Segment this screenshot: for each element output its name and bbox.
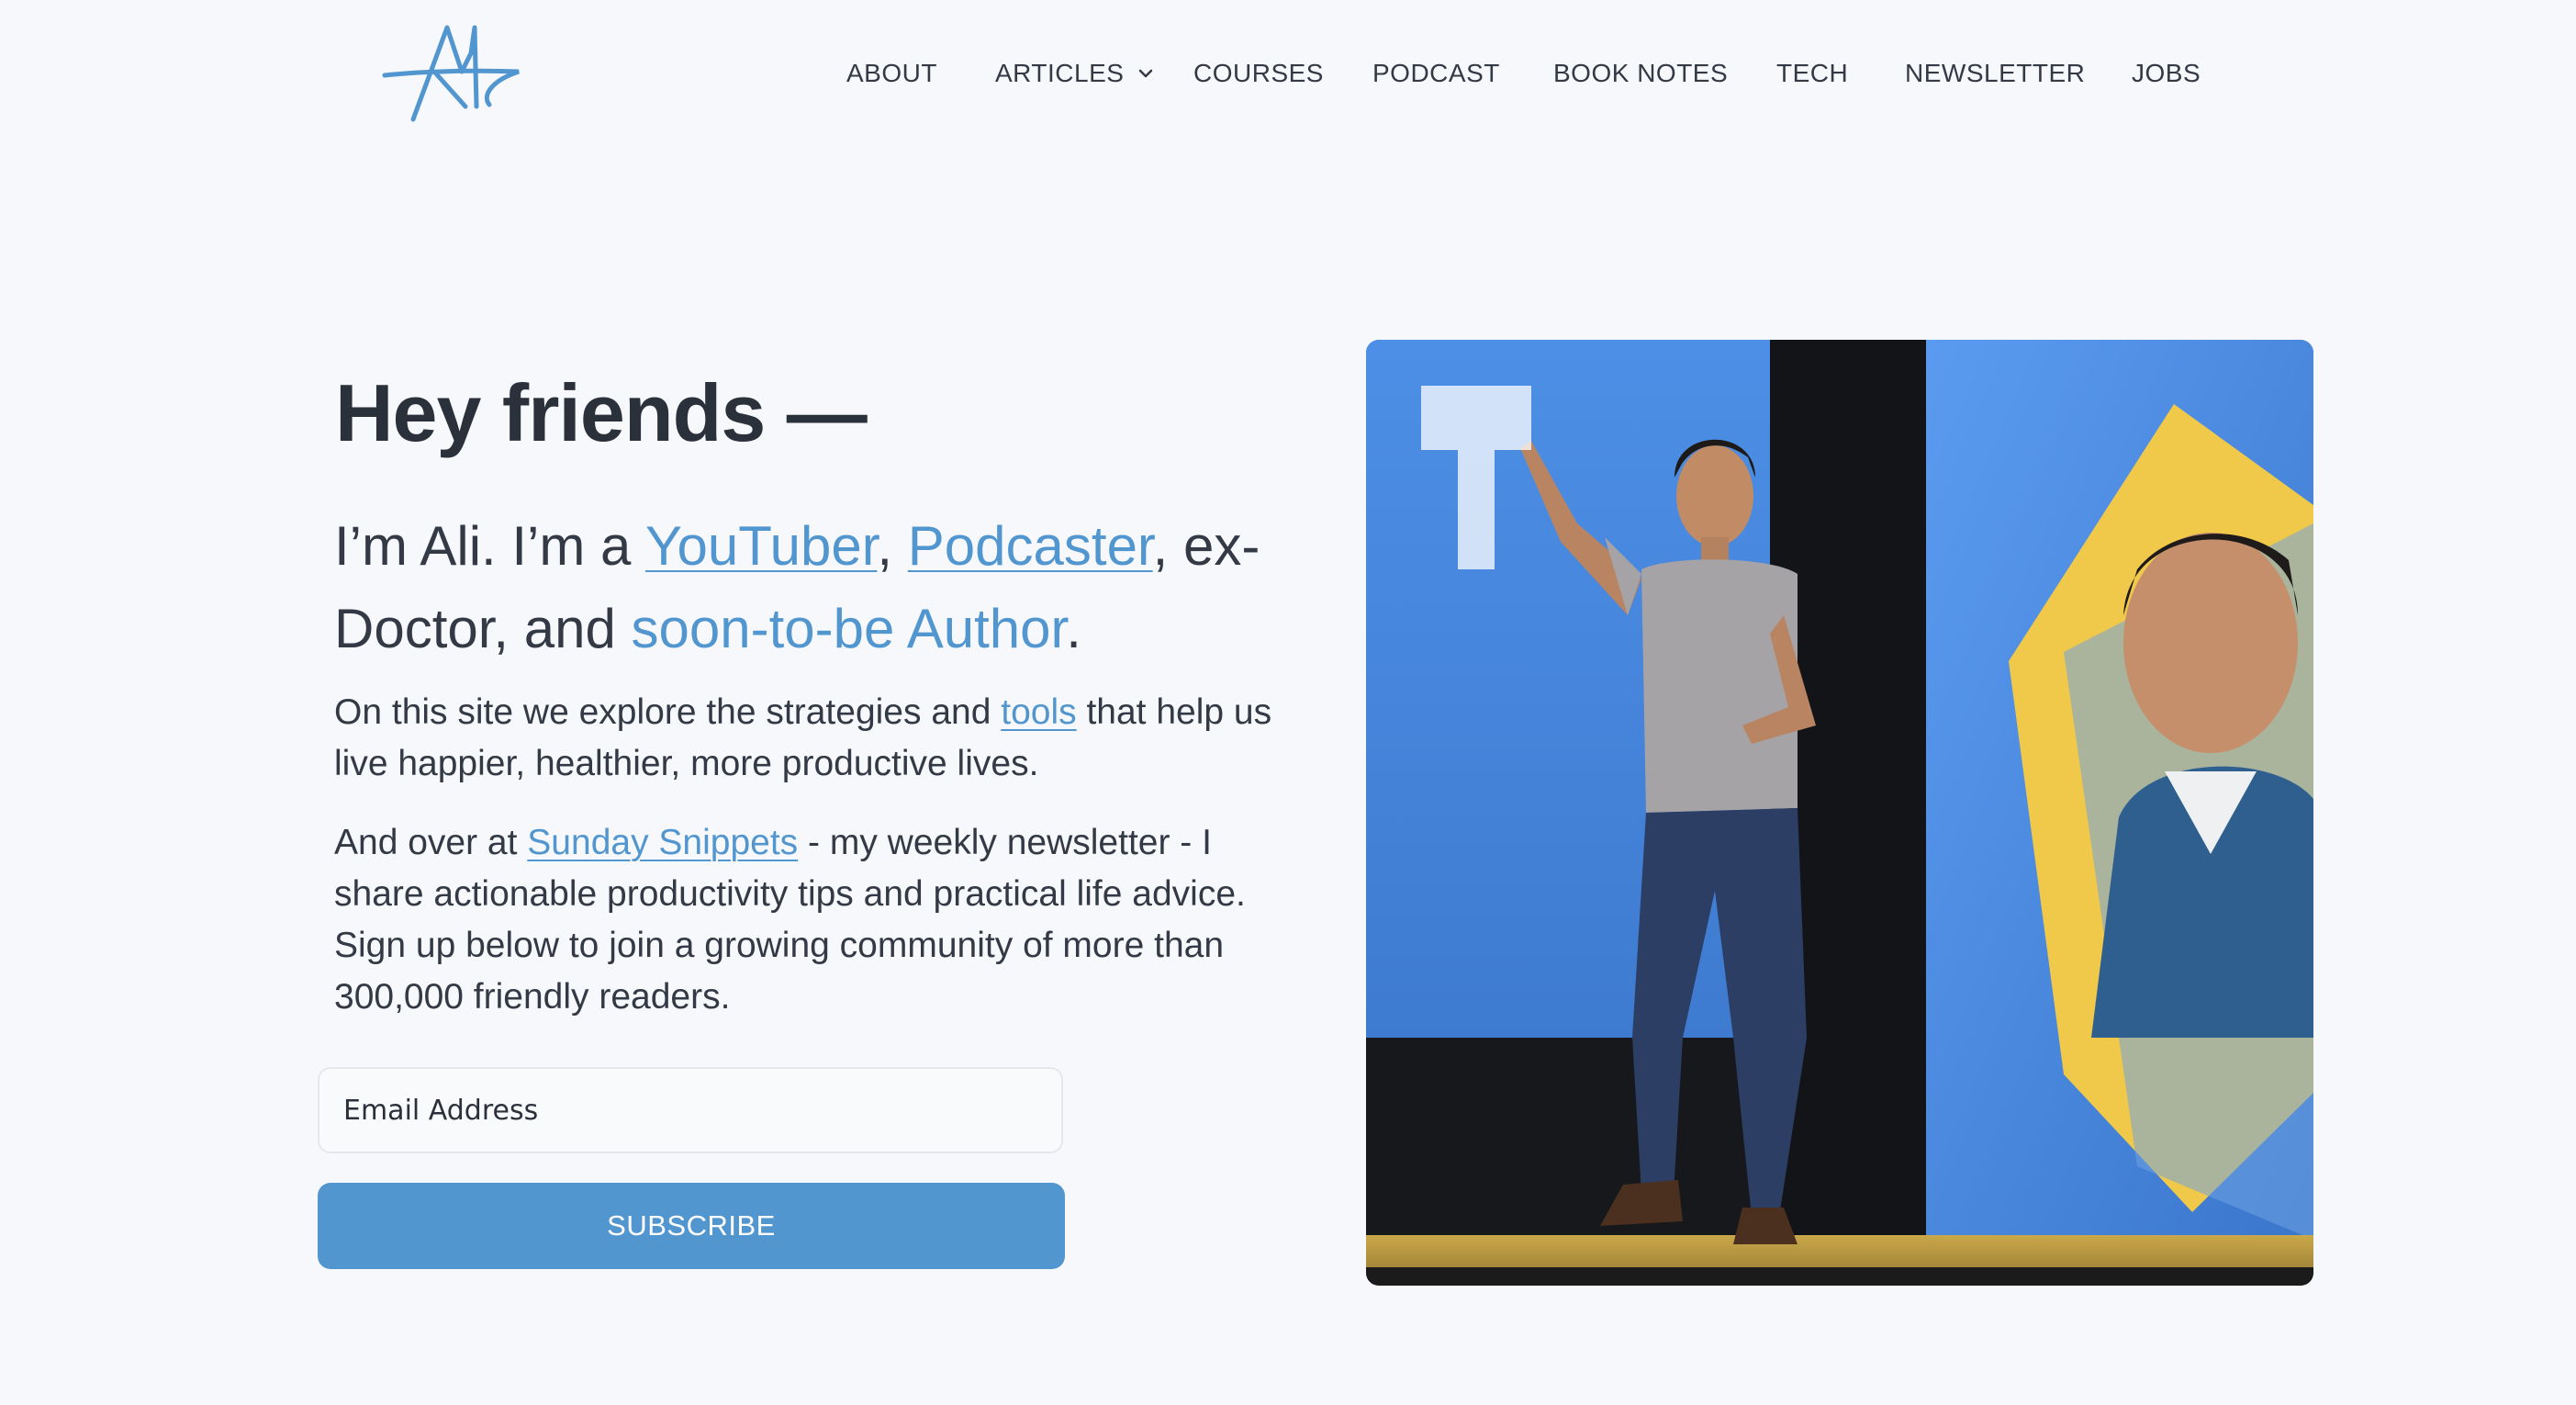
email-field[interactable]: Email Address — [318, 1067, 1063, 1153]
hero-photo — [1366, 340, 2313, 1286]
p1-before: On this site we explore the strategies a… — [334, 692, 1002, 732]
main-nav: ABOUT ARTICLES COURSES PODCAST BOOK NOTE… — [0, 39, 2576, 108]
tools-link[interactable]: tools — [1001, 692, 1076, 732]
nav-tech[interactable]: TECH — [1776, 39, 1848, 108]
newsletter-paragraph: And over at Sunday Snippets - my weekly … — [334, 817, 1289, 1023]
nav-about[interactable]: ABOUT — [846, 39, 937, 108]
subscribe-button[interactable]: SUBSCRIBE — [318, 1183, 1065, 1269]
youtuber-link[interactable]: YouTuber — [645, 515, 877, 577]
intro-part1: I’m Ali. I’m a — [334, 515, 645, 577]
nav-podcast[interactable]: PODCAST — [1372, 39, 1500, 108]
hero-title: Hey friends — — [335, 367, 868, 458]
nav-articles[interactable]: ARTICLES — [995, 39, 1157, 108]
sunday-snippets-link[interactable]: Sunday Snippets — [527, 823, 798, 862]
author-link[interactable]: soon-to-be Author — [632, 598, 1067, 659]
site-header: ABOUT ARTICLES COURSES PODCAST BOOK NOTE… — [0, 0, 2576, 294]
nav-jobs[interactable]: JOBS — [2132, 39, 2201, 108]
nav-newsletter[interactable]: NEWSLETTER — [1905, 39, 2085, 108]
nav-book-notes[interactable]: BOOK NOTES — [1553, 39, 1728, 108]
intro-comma: , — [877, 515, 908, 577]
nav-courses[interactable]: COURSES — [1193, 39, 1324, 108]
intro-text: I’m Ali. I’m a YouTuber, Podcaster, ex-D… — [334, 505, 1307, 670]
podcaster-link[interactable]: Podcaster — [908, 515, 1153, 577]
nav-articles-label: ARTICLES — [995, 59, 1125, 87]
chevron-down-icon[interactable] — [1135, 62, 1157, 84]
email-placeholder: Email Address — [343, 1094, 539, 1127]
intro-paragraph: On this site we explore the strategies a… — [334, 687, 1289, 790]
p2-before: And over at — [334, 823, 528, 862]
intro-period: . — [1066, 598, 1081, 659]
hero-section: Hey friends — I’m Ali. I’m a YouTuber, P… — [0, 321, 2576, 1405]
